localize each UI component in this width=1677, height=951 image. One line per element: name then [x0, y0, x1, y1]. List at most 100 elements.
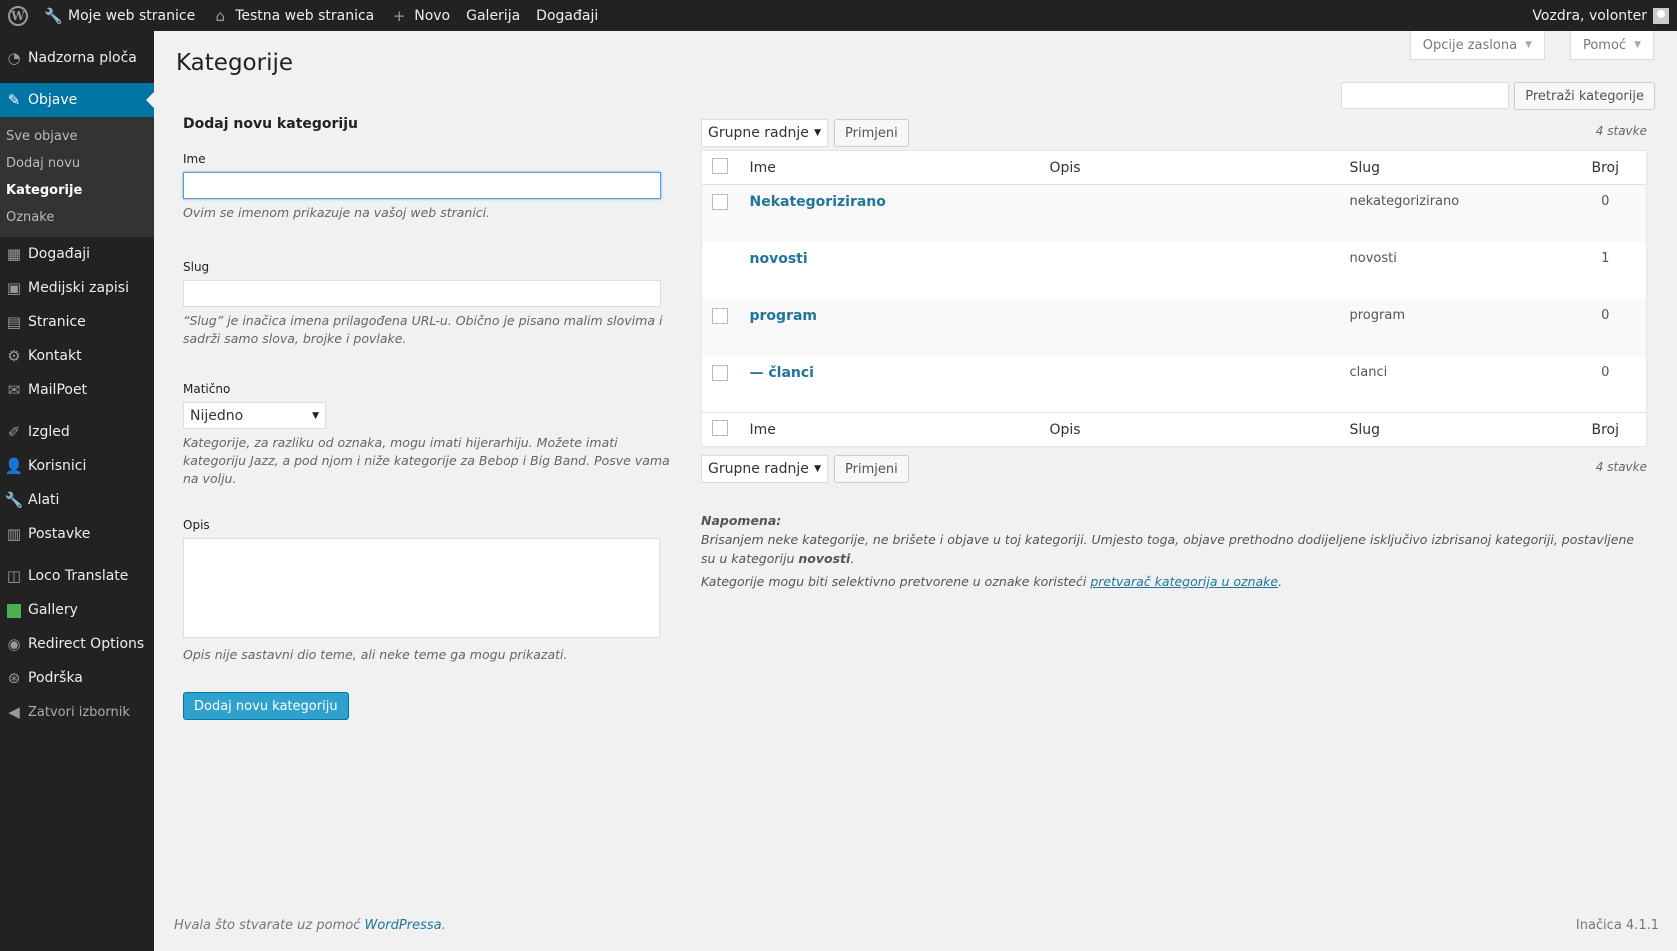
row-slug-cell: program — [1341, 298, 1577, 356]
table-row: Nekategorizirano nekategorizirano 0 — [701, 184, 1647, 242]
lifebuoy-icon: ⊛ — [7, 669, 21, 687]
table-row: — članci clanci 0 — [702, 356, 1647, 413]
search-categories-button[interactable]: Pretraži kategorije — [1514, 82, 1655, 110]
menu-settings-label: Postavke — [28, 526, 91, 542]
column-description-header[interactable]: Opis — [1041, 150, 1342, 185]
submenu-categories[interactable]: Kategorije — [0, 177, 154, 204]
select-all-checkbox[interactable] — [712, 157, 728, 174]
add-category-button[interactable]: Dodaj novu kategoriju — [183, 692, 349, 720]
menu-users[interactable]: 👤 Korisnici — [0, 449, 154, 483]
gallery-menu[interactable]: Galerija — [458, 0, 528, 31]
slug-label: Slug — [183, 260, 210, 274]
select-all-checkbox[interactable] — [712, 419, 728, 436]
menu-media-label: Medijski zapisi — [28, 280, 129, 296]
category-tag-converter-link[interactable]: pretvarač kategorija u oznake — [1090, 574, 1278, 589]
category-name-link[interactable]: program — [750, 308, 818, 324]
menu-mailpoet[interactable]: ✉ MailPoet — [0, 373, 154, 407]
row-checkbox[interactable] — [712, 194, 728, 210]
calendar-icon: ▦ — [6, 245, 22, 263]
menu-posts[interactable]: ✎ Objave — [0, 83, 154, 117]
plus-icon: + — [392, 6, 406, 25]
column-description-footer[interactable]: Opis — [1041, 412, 1342, 447]
menu-redirect-options[interactable]: ◉ Redirect Options — [0, 627, 154, 661]
table-row: novosti novosti 1 — [702, 242, 1647, 299]
menu-loco-translate[interactable]: ◫ Loco Translate — [0, 559, 154, 593]
row-checkbox[interactable] — [712, 307, 728, 324]
row-checkbox[interactable] — [712, 364, 728, 381]
column-count-footer[interactable]: Broj — [1576, 412, 1647, 447]
category-name-link[interactable]: — članci — [750, 365, 814, 381]
name-input[interactable] — [183, 172, 661, 199]
description-label: Opis — [183, 518, 210, 532]
submenu-add-new[interactable]: Dodaj novu — [0, 150, 154, 177]
wordpress-link[interactable]: WordPressa — [364, 918, 441, 933]
menu-tools-label: Alati — [28, 492, 60, 508]
categories-list-panel: Grupne radnje ▼ Primjeni 4 stavke Ime Opi… — [701, 119, 1647, 591]
tablenav-top: Grupne radnje ▼ Primjeni 4 stavke — [701, 119, 1647, 147]
new-label: Novo — [414, 7, 451, 24]
category-name-link[interactable]: novosti — [750, 251, 808, 267]
menu-contact[interactable]: ⚙ Kontakt — [0, 339, 154, 373]
slug-input[interactable] — [183, 280, 661, 307]
submenu-tags[interactable]: Oznake — [0, 204, 154, 231]
column-slug-header[interactable]: Slug — [1341, 150, 1577, 185]
help-wrap: Pomoć ▼ — [1569, 31, 1654, 60]
items-count-bottom: 4 stavke — [1595, 460, 1647, 474]
row-name-cell: novosti — [742, 242, 1042, 299]
row-checkbox-cell — [701, 184, 742, 242]
pages-icon: ▤ — [6, 313, 22, 331]
menu-pages[interactable]: ▤ Stranice — [0, 305, 154, 339]
column-slug-footer[interactable]: Slug — [1341, 412, 1577, 447]
screen-options-button[interactable]: Opcije zaslona ▼ — [1409, 31, 1545, 60]
apply-button-bottom[interactable]: Primjeni — [834, 455, 909, 483]
chevron-down-icon: ▼ — [1634, 40, 1641, 50]
new-content-menu[interactable]: + Novo — [382, 0, 458, 31]
menu-events[interactable]: ▦ Događaji — [0, 237, 154, 271]
search-input[interactable] — [1341, 82, 1510, 109]
parent-select[interactable]: Nijedno ▼ — [183, 402, 326, 429]
row-description-cell — [1042, 356, 1342, 413]
menu-tools[interactable]: 🔧 Alati — [0, 483, 154, 517]
footer: Hvala što stvarate uz pomoć WordPressa. … — [174, 918, 1659, 933]
collapse-menu-button[interactable]: ◀ Zatvori izbornik — [0, 695, 154, 729]
column-name-header[interactable]: Ime — [741, 150, 1042, 185]
user-greeting: Vozdra, volonter — [1532, 7, 1647, 24]
menu-redirect-label: Redirect Options — [28, 636, 145, 652]
bulk-actions-select[interactable]: Grupne radnje ▼ — [701, 119, 828, 147]
site-name-menu[interactable]: 🔧 Moje web stranice — [36, 0, 203, 31]
menu-support[interactable]: ⊛ Podrška — [0, 661, 154, 695]
row-count-link[interactable]: 0 — [1577, 356, 1647, 413]
note-label: Napomena: — [701, 513, 782, 528]
menu-loco-label: Loco Translate — [28, 568, 129, 584]
apply-button[interactable]: Primjeni — [834, 119, 909, 147]
menu-dashboard[interactable]: ◔ Nadzorna ploča — [0, 41, 154, 75]
parent-select-value: Nijedno — [190, 407, 244, 424]
name-description: Ovim se imenom prikazuje na vašoj web st… — [183, 205, 491, 220]
menu-media[interactable]: ▣ Medijski zapisi — [0, 271, 154, 305]
description-help: Opis nije sastavni dio teme, ali neke te… — [183, 647, 568, 662]
menu-support-label: Podrška — [28, 670, 83, 686]
help-button[interactable]: Pomoć ▼ — [1569, 31, 1654, 60]
menu-settings[interactable]: ▥ Postavke — [0, 517, 154, 551]
site-name-label: Moje web stranice — [68, 7, 196, 24]
parent-field-group: Matično Nijedno ▼ Kategorije, za razliku … — [183, 382, 673, 488]
admin-menu: ◔ Nadzorna ploča ✎ Objave Sve objave Dodaj… — [0, 31, 154, 951]
visit-site-menu[interactable]: ⌂ Testna web stranica — [203, 0, 382, 31]
submenu-all-posts[interactable]: Sve objave — [0, 123, 154, 150]
gallery-icon — [0, 601, 28, 619]
category-name-link[interactable]: Nekategorizirano — [750, 194, 886, 210]
menu-gallery[interactable]: Gallery — [0, 593, 154, 627]
column-name-footer[interactable]: Ime — [741, 412, 1042, 447]
column-count-header[interactable]: Broj — [1576, 150, 1647, 185]
menu-appearance-label: Izgled — [28, 424, 70, 440]
menu-dashboard-label: Nadzorna ploča — [28, 50, 137, 66]
events-menu[interactable]: Događaji — [528, 0, 606, 31]
row-count-link[interactable]: 0 — [1576, 298, 1647, 356]
row-count-link[interactable]: 0 — [1576, 184, 1647, 242]
bulk-actions-select-bottom[interactable]: Grupne radnje ▼ — [701, 455, 828, 483]
wordpress-logo-icon[interactable]: W — [0, 0, 36, 31]
description-textarea[interactable] — [183, 538, 660, 638]
user-account-menu[interactable]: Vozdra, volonter — [1524, 0, 1677, 31]
menu-appearance[interactable]: ✐ Izgled — [0, 415, 154, 449]
row-description-cell — [1042, 242, 1342, 299]
